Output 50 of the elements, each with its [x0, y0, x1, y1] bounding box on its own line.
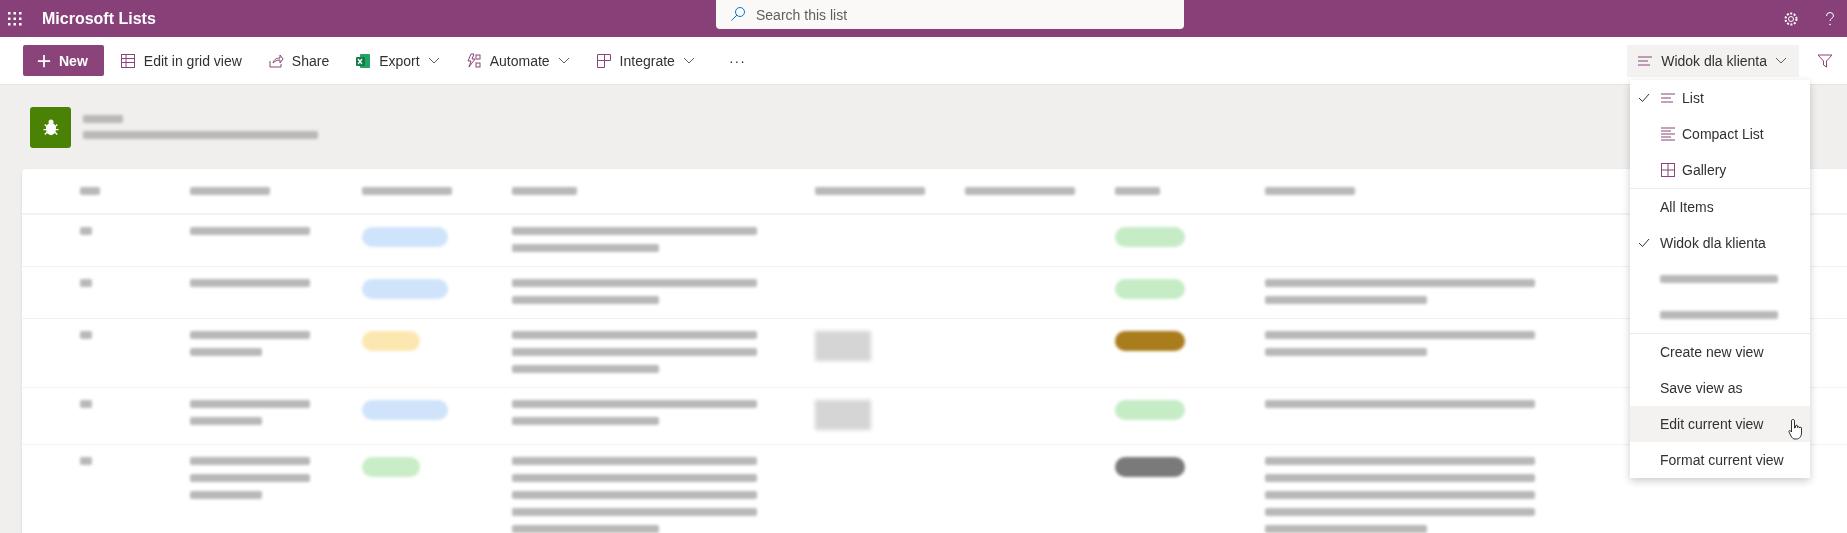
checkmark-icon	[1638, 93, 1650, 103]
menu-item[interactable]: Create new view	[1630, 334, 1810, 370]
menu-item[interactable]: Format current view	[1630, 442, 1810, 478]
menu-item[interactable]: Gallery	[1630, 152, 1810, 188]
command-button[interactable]: Export	[345, 45, 450, 76]
share-icon	[267, 52, 284, 69]
blurred-text	[80, 227, 92, 235]
blurred-text	[80, 187, 100, 195]
hand-cursor-icon	[1788, 418, 1804, 440]
help-icon[interactable]	[1825, 10, 1835, 27]
blurred-text	[80, 457, 92, 465]
command-button[interactable]: Edit in grid view	[109, 45, 252, 76]
menu-item[interactable]: Widok dla klienta	[1630, 225, 1810, 261]
menu-item[interactable]: All Items	[1630, 189, 1810, 225]
blurred-text	[80, 400, 92, 408]
new-button[interactable]: New	[23, 45, 104, 76]
plus-icon	[37, 53, 51, 68]
menu-item[interactable]: Edit current view	[1630, 406, 1810, 442]
grid-icon	[119, 52, 136, 69]
blurred-text	[1115, 187, 1160, 195]
blurred-text	[83, 115, 123, 123]
search-icon	[730, 6, 746, 22]
blurred-text	[190, 348, 262, 356]
settings-icon[interactable]	[1783, 10, 1799, 27]
app-launcher-icon[interactable]	[8, 11, 22, 26]
blurred-text	[512, 187, 577, 195]
command-button[interactable]: Share	[257, 45, 340, 76]
layout-icon	[595, 52, 612, 69]
lightning-icon	[465, 52, 482, 69]
compact-list-icon	[1660, 126, 1676, 142]
bug-icon	[30, 106, 71, 148]
checkmark-icon	[1638, 238, 1650, 248]
more-button[interactable]: ···	[718, 45, 756, 76]
command-button[interactable]: Automate	[455, 45, 580, 76]
menu-item[interactable]: Save view as	[1630, 370, 1810, 406]
blurred-text	[80, 279, 92, 287]
command-button[interactable]: Integrate	[585, 45, 705, 76]
filter-icon[interactable]	[1817, 52, 1833, 69]
spreadsheet-icon	[355, 52, 372, 69]
app-title: Microsoft Lists	[42, 9, 156, 28]
blurred-text	[190, 491, 262, 499]
blurred-text	[190, 417, 262, 425]
chevron-down-icon	[1775, 56, 1787, 65]
menu-item[interactable]: List	[1630, 80, 1810, 116]
list-icon	[1660, 90, 1676, 106]
blurred-text	[80, 331, 92, 339]
view-switcher-button[interactable]: Widok dla klienta	[1627, 44, 1799, 77]
menu-item[interactable]: Compact List	[1630, 116, 1810, 152]
search-field[interactable]: Search this list	[716, 0, 1184, 29]
gallery-icon	[1660, 162, 1676, 178]
